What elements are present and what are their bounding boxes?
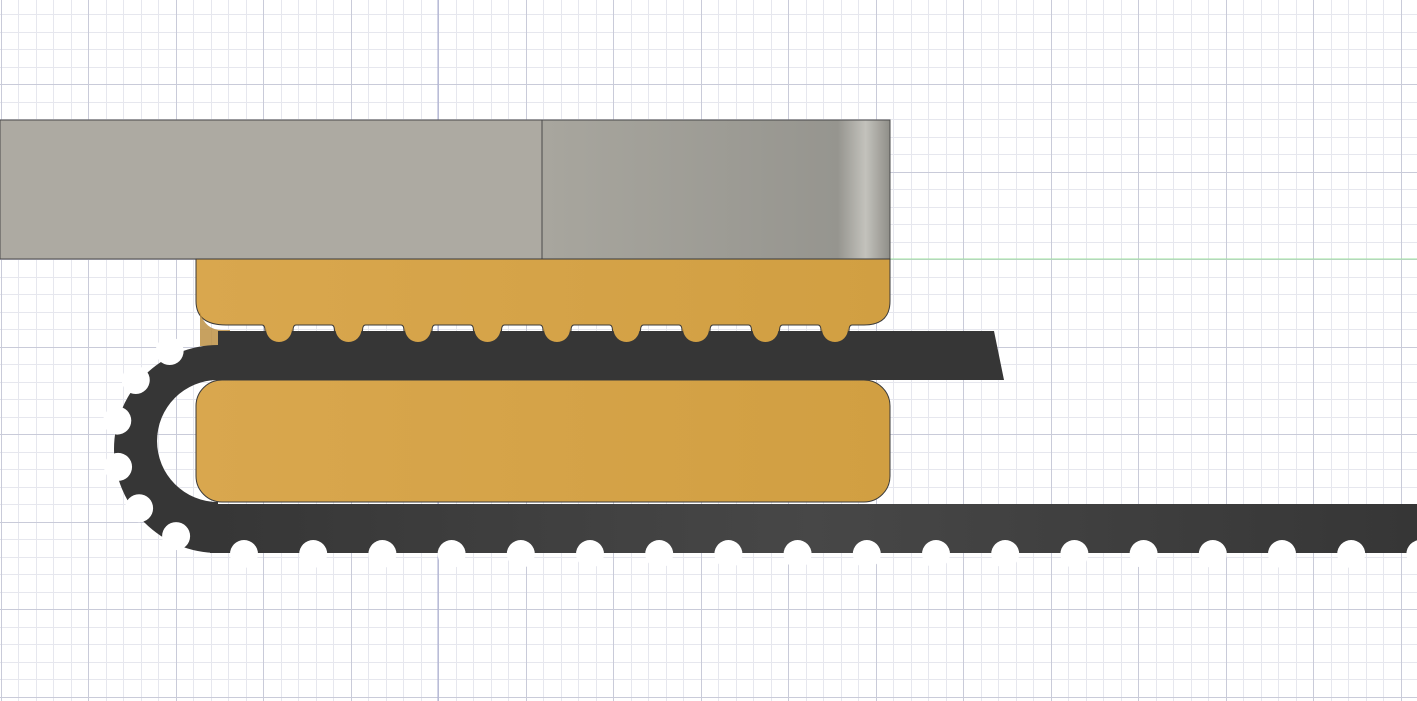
belt-tooth-notch [506, 540, 535, 568]
cad-viewport[interactable] [0, 0, 1417, 701]
belt-tooth-notch [155, 337, 184, 366]
belt-tooth-notch [437, 540, 466, 568]
belt-clamp-housing[interactable] [195, 258, 891, 503]
belt-upper-run [218, 329, 1004, 380]
belt-tooth-notch [104, 452, 133, 481]
belt-tooth-notch [852, 540, 881, 568]
belt-tooth-notch [125, 494, 154, 523]
belt-tooth-notch [576, 540, 604, 568]
belt-tooth-notch [1268, 540, 1296, 568]
top-block-left-face [0, 119, 543, 260]
belt-tooth-notch [922, 540, 950, 568]
belt-tooth-notch [368, 540, 397, 568]
housing-lower-body [195, 379, 891, 503]
belt-tooth-notch [1060, 540, 1089, 568]
belt-tooth-notch [1337, 540, 1366, 568]
belt-tooth-notch [1198, 540, 1227, 568]
belt-tooth-notch [121, 366, 150, 395]
belt-tooth-notch [162, 522, 191, 551]
belt-tooth-notch [103, 406, 132, 435]
belt-tooth-notch [645, 540, 674, 568]
belt-tooth-notch [714, 540, 743, 568]
top-block[interactable] [0, 119, 891, 260]
belt-tooth-notch [299, 540, 328, 568]
belt-tooth-notch [230, 540, 258, 568]
top-block-right-face [541, 119, 891, 260]
belt-tooth-notch [1129, 540, 1158, 568]
belt-tooth-notch [991, 540, 1020, 568]
belt-tooth-notch [783, 540, 812, 568]
viewport-canvas [0, 0, 1417, 701]
